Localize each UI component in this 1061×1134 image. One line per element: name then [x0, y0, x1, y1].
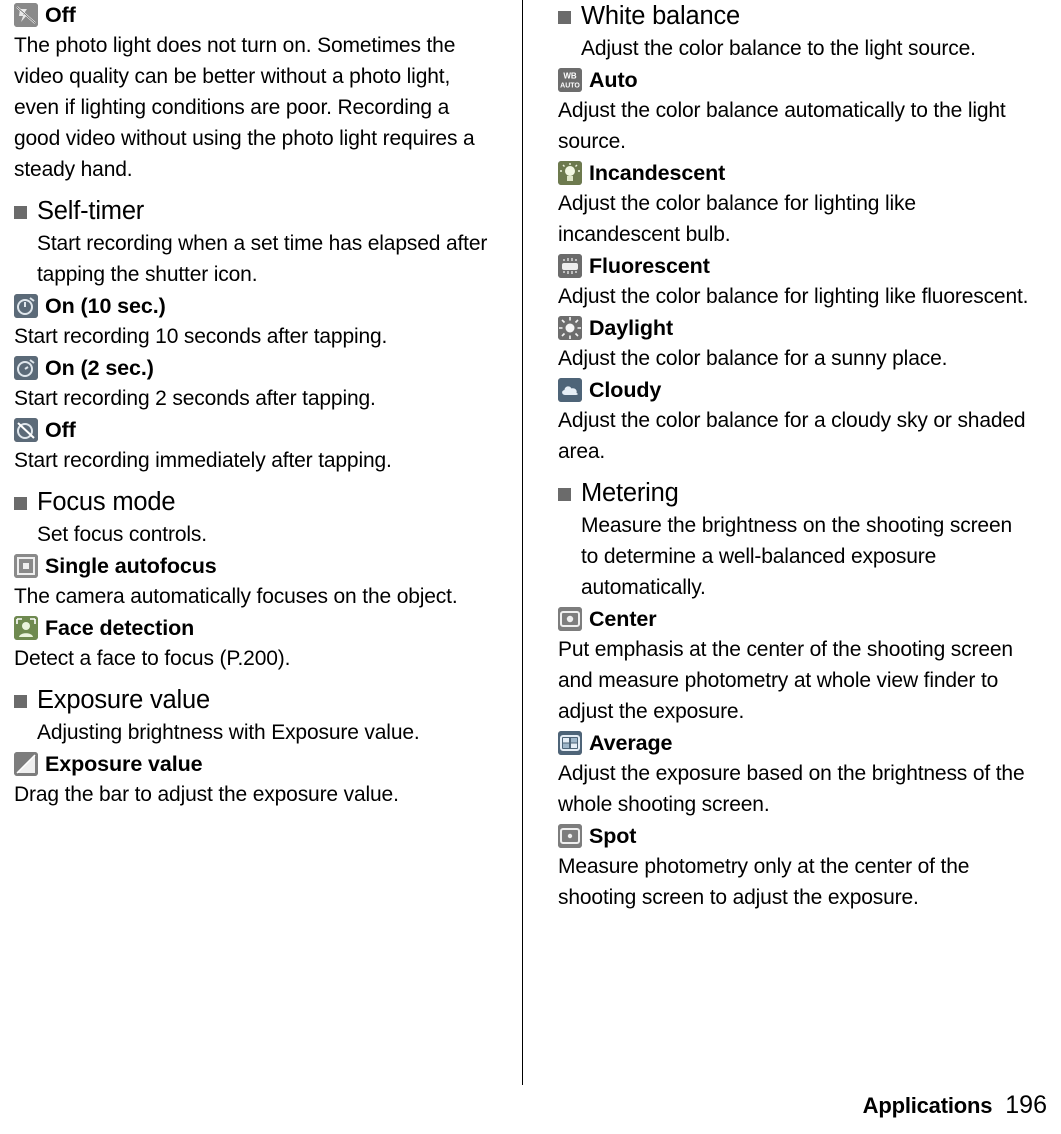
option-description: Drag the bar to adjust the exposure valu… [14, 783, 399, 806]
section-title: Exposure value [37, 686, 210, 714]
option-label: Daylight [589, 316, 674, 340]
option-row: Single autofocus [14, 551, 500, 581]
section-title: Self-timer [37, 197, 145, 225]
option-row: Center [558, 604, 1032, 634]
section-title: Focus mode [37, 488, 176, 516]
section-exposure-value: Exposure value [14, 684, 500, 717]
white-balance-auto-icon: WB AUTO [558, 68, 582, 92]
bullet-square-icon [14, 695, 27, 708]
option-label: Off [45, 3, 76, 27]
svg-text:WB: WB [563, 72, 577, 81]
option-row: Exposure value [14, 749, 500, 779]
cloudy-icon [558, 378, 582, 402]
self-timer-2sec-icon [14, 356, 38, 380]
option-description: Put emphasis at the center of the shooti… [558, 638, 1013, 723]
option-description: Measure photometry only at the center of… [558, 855, 970, 909]
daylight-icon [558, 316, 582, 340]
bullet-square-icon [14, 206, 27, 219]
section-focus-mode: Focus mode [14, 486, 500, 519]
section-description: Adjust the color balance to the light so… [581, 37, 976, 60]
option-description: The photo light does not turn on. Someti… [14, 34, 475, 181]
footer-page-number: 196 [1005, 1091, 1047, 1119]
bullet-square-icon [558, 11, 571, 24]
option-description: Adjust the color balance automatically t… [558, 99, 1006, 153]
section-title: White balance [581, 2, 740, 30]
option-label: Off [45, 418, 76, 442]
left-column: Off The photo light does not turn on. So… [14, 0, 510, 810]
option-label: Auto [589, 68, 638, 92]
section-title: Metering [581, 479, 679, 507]
option-row: On (2 sec.) [14, 353, 500, 383]
option-description: Detect a face to focus (P.200). [14, 647, 291, 670]
self-timer-off-icon [14, 418, 38, 442]
option-row: Off [14, 415, 500, 445]
manual-page: Off The photo light does not turn on. So… [0, 0, 1061, 1134]
option-row: Incandescent [558, 158, 1032, 188]
face-detection-icon [14, 616, 38, 640]
section-description: Measure the brightness on the shooting s… [581, 514, 1013, 599]
option-label: Face detection [45, 616, 195, 640]
option-row: Fluorescent [558, 251, 1032, 281]
footer-section-label: Applications [862, 1093, 993, 1118]
option-row: Face detection [14, 613, 500, 643]
metering-center-icon [558, 607, 582, 631]
section-white-balance: White balance [558, 0, 1032, 33]
option-label: Center [589, 607, 657, 631]
option-description: Adjust the color balance for lighting li… [558, 192, 916, 246]
photo-light-off-icon [14, 3, 38, 27]
option-label: Spot [589, 824, 637, 848]
option-description: Adjust the exposure based on the brightn… [558, 762, 1025, 816]
option-row: Spot [558, 821, 1032, 851]
single-autofocus-icon [14, 554, 38, 578]
fluorescent-icon [558, 254, 582, 278]
page-footer: Applications 196 [863, 1091, 1047, 1120]
right-column: White balance Adjust the color balance t… [536, 0, 1032, 913]
option-row: Average [558, 728, 1032, 758]
option-description: Start recording immediately after tappin… [14, 449, 392, 472]
section-description: Adjusting brightness with Exposure value… [37, 721, 420, 744]
option-label: Incandescent [589, 161, 726, 185]
option-row: Off [14, 0, 500, 30]
option-row: Daylight [558, 313, 1032, 343]
svg-text:AUTO: AUTO [560, 83, 580, 90]
section-description: Set focus controls. [37, 523, 207, 546]
option-label: Exposure value [45, 752, 203, 776]
option-description: Adjust the color balance for lighting li… [558, 285, 1029, 308]
exposure-value-icon [14, 752, 38, 776]
option-label: Average [589, 731, 673, 755]
column-divider [522, 0, 523, 1085]
option-label: Single autofocus [45, 554, 217, 578]
section-self-timer: Self-timer [14, 195, 500, 228]
option-description: Adjust the color balance for a cloudy sk… [558, 409, 1026, 463]
option-row: WB AUTO Auto [558, 65, 1032, 95]
metering-average-icon [558, 731, 582, 755]
option-description: Start recording 2 seconds after tapping. [14, 387, 376, 410]
bullet-square-icon [558, 488, 571, 501]
self-timer-10sec-icon [14, 294, 38, 318]
option-description: Start recording 10 seconds after tapping… [14, 325, 388, 348]
option-description: The camera automatically focuses on the … [14, 585, 458, 608]
two-column-layout: Off The photo light does not turn on. So… [14, 0, 1047, 1085]
metering-spot-icon [558, 824, 582, 848]
section-description: Start recording when a set time has elap… [37, 232, 488, 286]
option-label: On (10 sec.) [45, 294, 166, 318]
option-description: Adjust the color balance for a sunny pla… [558, 347, 948, 370]
option-label: Cloudy [589, 378, 662, 402]
option-label: Fluorescent [589, 254, 710, 278]
option-row: On (10 sec.) [14, 291, 500, 321]
option-row: Cloudy [558, 375, 1032, 405]
incandescent-icon [558, 161, 582, 185]
section-metering: Metering [558, 477, 1032, 510]
bullet-square-icon [14, 497, 27, 510]
option-label: On (2 sec.) [45, 356, 154, 380]
